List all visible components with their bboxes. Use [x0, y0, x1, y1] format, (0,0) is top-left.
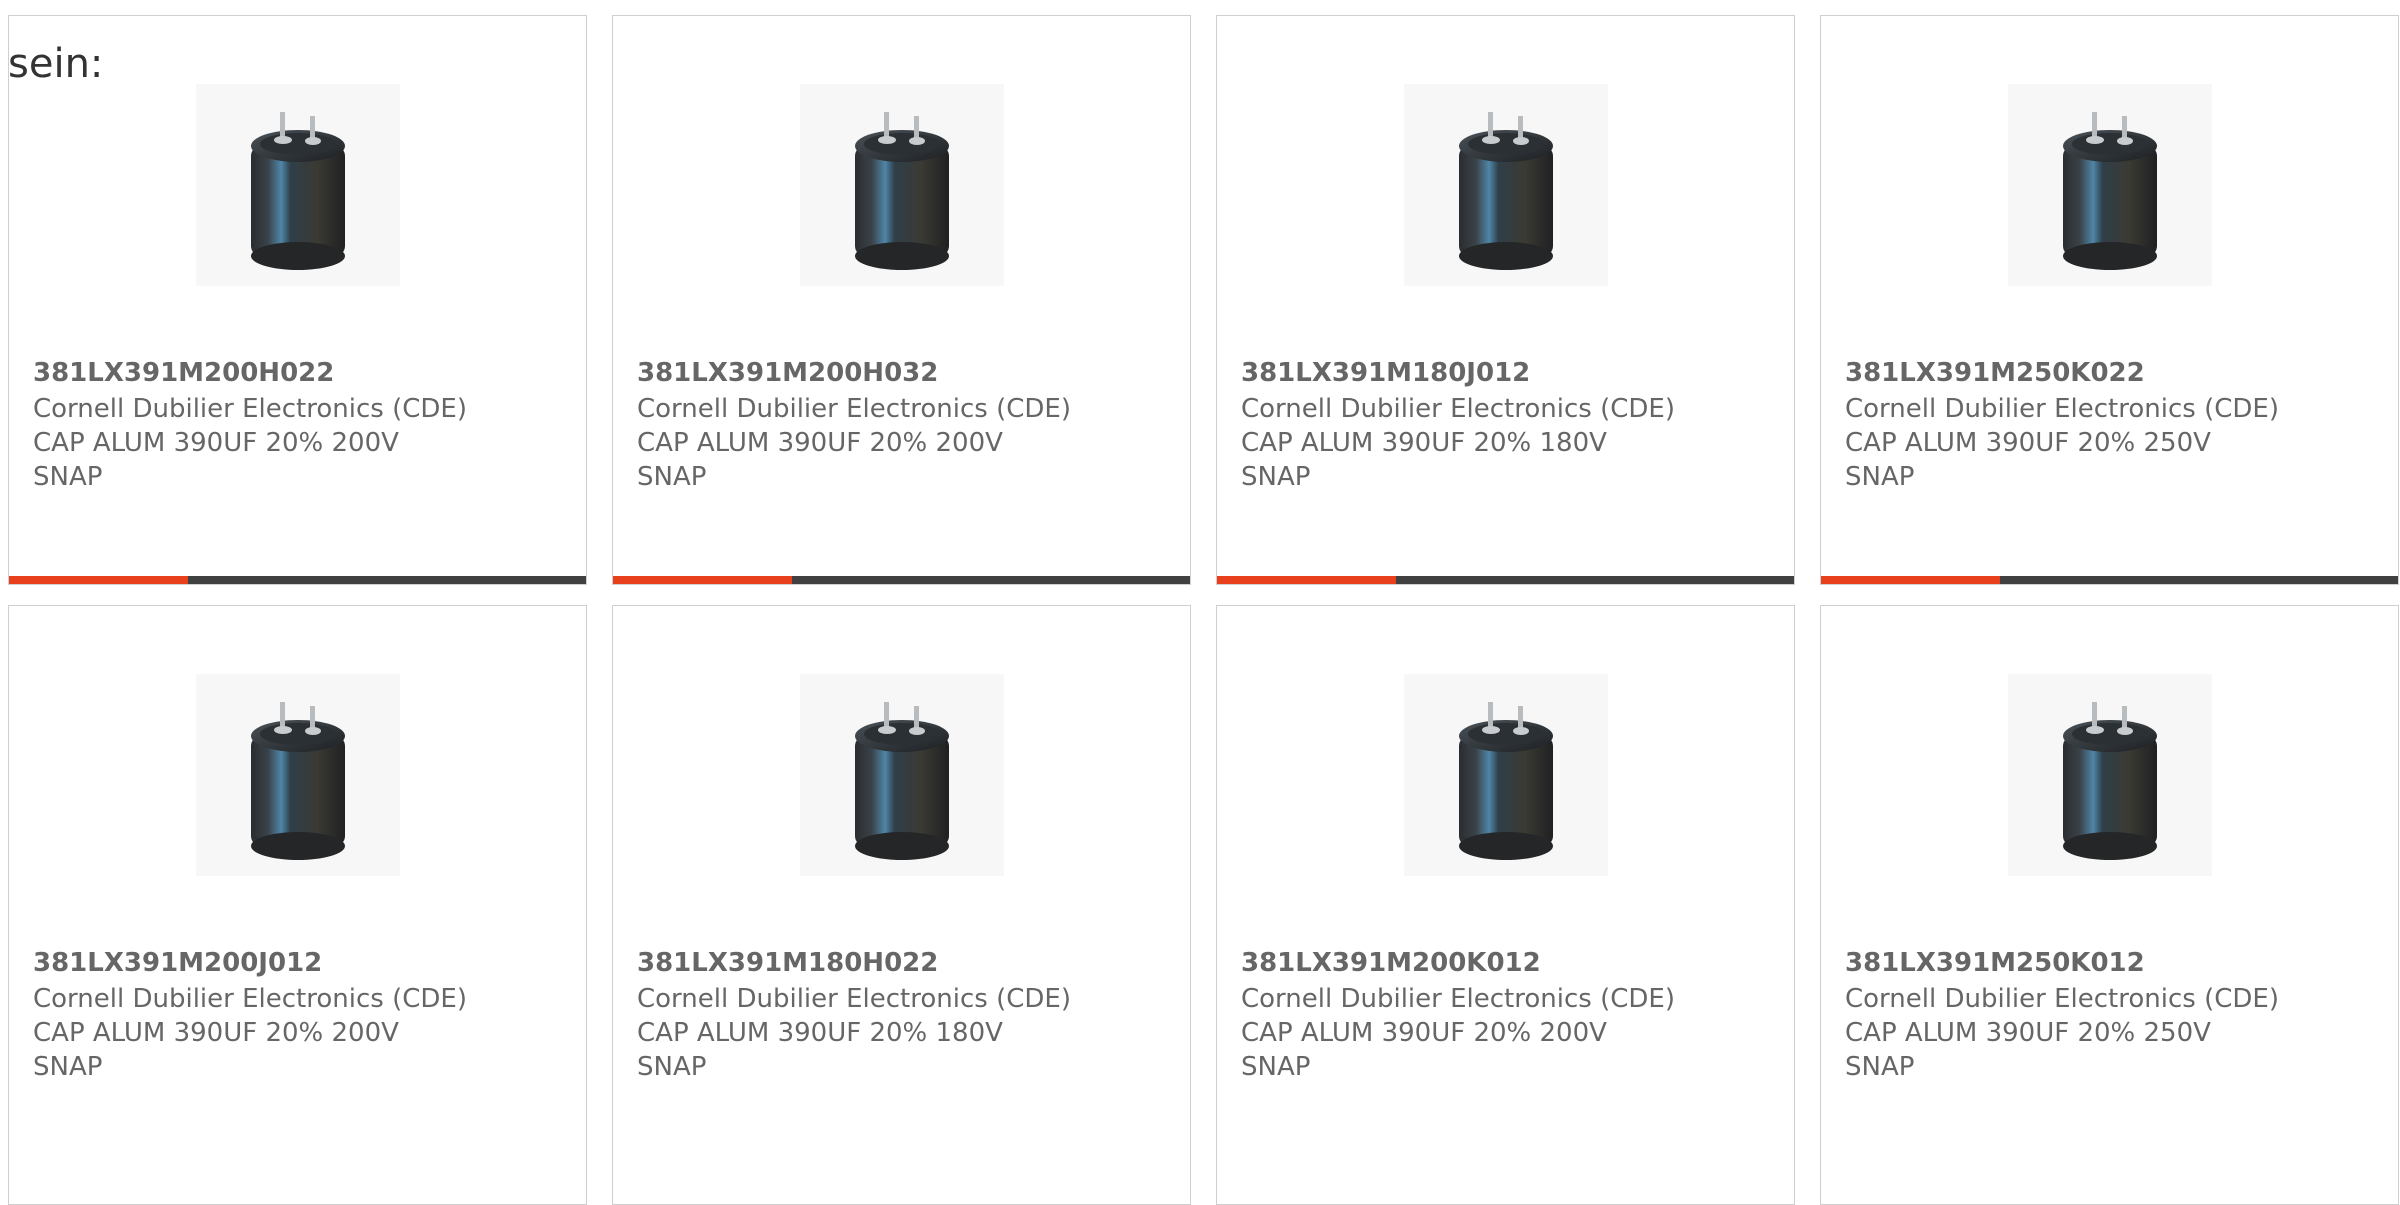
- description-line1: CAP ALUM 390UF 20% 180V: [637, 1018, 1003, 1048]
- description-line2: SNAP: [33, 462, 103, 492]
- part-number[interactable]: 381LX391M180J012: [1241, 358, 1530, 388]
- part-number[interactable]: 381LX391M250K022: [1845, 358, 2145, 388]
- product-grid: 381LX391M200H022 Cornell Dubilier Electr…: [0, 0, 2400, 1205]
- description-line2: SNAP: [637, 1052, 707, 1082]
- description-line1: CAP ALUM 390UF 20% 200V: [33, 428, 399, 458]
- progress-fill: [1217, 576, 1396, 584]
- part-number[interactable]: 381LX391M200H032: [637, 358, 938, 388]
- product-card[interactable]: 381LX391M180J012 Cornell Dubilier Electr…: [1216, 15, 1795, 585]
- capacitor-icon[interactable]: [2008, 674, 2212, 876]
- progress-bar: [1821, 576, 2398, 584]
- capacitor-icon[interactable]: [196, 84, 400, 286]
- capacitor-icon[interactable]: [196, 674, 400, 876]
- manufacturer: Cornell Dubilier Electronics (CDE): [637, 984, 1071, 1014]
- description-line1: CAP ALUM 390UF 20% 250V: [1845, 428, 2211, 458]
- product-card[interactable]: 381LX391M180H022 Cornell Dubilier Electr…: [612, 605, 1191, 1205]
- capacitor-icon[interactable]: [800, 674, 1004, 876]
- part-number[interactable]: 381LX391M250K012: [1845, 948, 2145, 978]
- manufacturer: Cornell Dubilier Electronics (CDE): [33, 394, 467, 424]
- product-card[interactable]: 381LX391M250K012 Cornell Dubilier Electr…: [1820, 605, 2399, 1205]
- progress-fill: [1821, 576, 2000, 584]
- part-number[interactable]: 381LX391M200K012: [1241, 948, 1541, 978]
- capacitor-icon[interactable]: [800, 84, 1004, 286]
- manufacturer: Cornell Dubilier Electronics (CDE): [33, 984, 467, 1014]
- manufacturer: Cornell Dubilier Electronics (CDE): [1845, 394, 2279, 424]
- description-line2: SNAP: [1241, 1052, 1311, 1082]
- product-card[interactable]: 381LX391M200J012 Cornell Dubilier Electr…: [8, 605, 587, 1205]
- progress-bar: [613, 576, 1190, 584]
- description-line2: SNAP: [1845, 462, 1915, 492]
- description-line1: CAP ALUM 390UF 20% 200V: [637, 428, 1003, 458]
- description-line1: CAP ALUM 390UF 20% 180V: [1241, 428, 1607, 458]
- manufacturer: Cornell Dubilier Electronics (CDE): [637, 394, 1071, 424]
- progress-bar: [9, 576, 586, 584]
- product-card[interactable]: 381LX391M200K012 Cornell Dubilier Electr…: [1216, 605, 1795, 1205]
- progress-bar: [1217, 576, 1794, 584]
- manufacturer: Cornell Dubilier Electronics (CDE): [1241, 984, 1675, 1014]
- progress-fill: [9, 576, 188, 584]
- part-number[interactable]: 381LX391M200H022: [33, 358, 334, 388]
- progress-fill: [613, 576, 792, 584]
- product-card[interactable]: 381LX391M250K022 Cornell Dubilier Electr…: [1820, 15, 2399, 585]
- capacitor-icon[interactable]: [2008, 84, 2212, 286]
- product-card[interactable]: 381LX391M200H032 Cornell Dubilier Electr…: [612, 15, 1191, 585]
- part-number[interactable]: 381LX391M180H022: [637, 948, 938, 978]
- description-line1: CAP ALUM 390UF 20% 250V: [1845, 1018, 2211, 1048]
- manufacturer: Cornell Dubilier Electronics (CDE): [1845, 984, 2279, 1014]
- capacitor-icon[interactable]: [1404, 674, 1608, 876]
- intro-text: sein:: [8, 41, 104, 87]
- description-line1: CAP ALUM 390UF 20% 200V: [33, 1018, 399, 1048]
- part-number[interactable]: 381LX391M200J012: [33, 948, 322, 978]
- capacitor-icon[interactable]: [1404, 84, 1608, 286]
- description-line2: SNAP: [1845, 1052, 1915, 1082]
- product-card[interactable]: 381LX391M200H022 Cornell Dubilier Electr…: [8, 15, 587, 585]
- description-line1: CAP ALUM 390UF 20% 200V: [1241, 1018, 1607, 1048]
- description-line2: SNAP: [1241, 462, 1311, 492]
- description-line2: SNAP: [637, 462, 707, 492]
- manufacturer: Cornell Dubilier Electronics (CDE): [1241, 394, 1675, 424]
- description-line2: SNAP: [33, 1052, 103, 1082]
